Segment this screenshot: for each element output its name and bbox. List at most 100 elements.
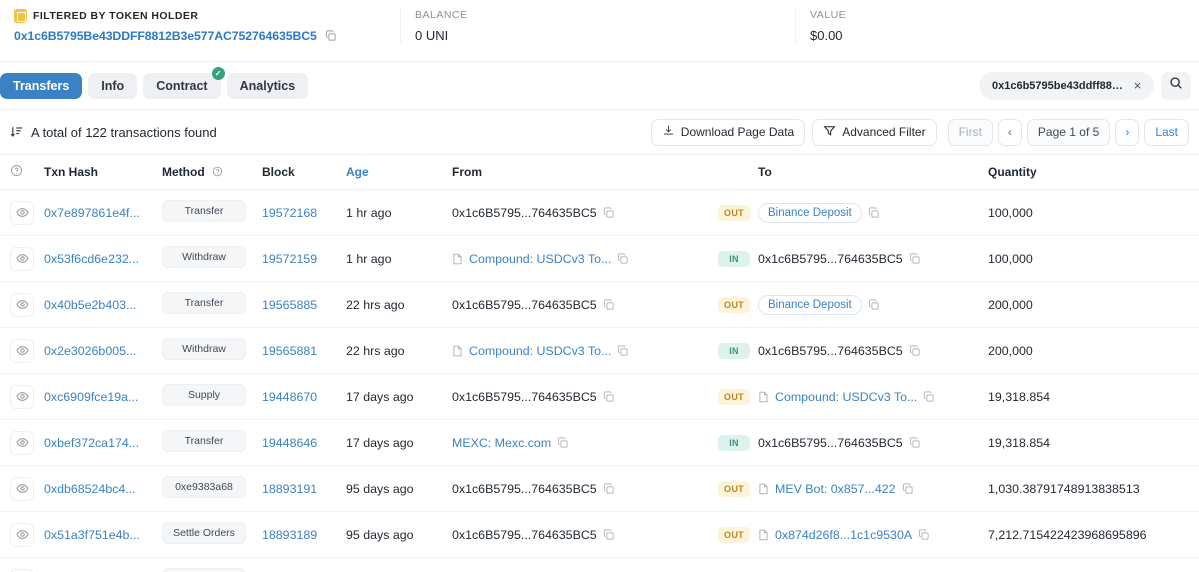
txn-hash-link[interactable]: 0x7e897861e4f... (44, 206, 140, 220)
copy-icon[interactable] (603, 482, 615, 495)
eye-icon[interactable] (10, 292, 34, 317)
contract-document-icon (452, 345, 463, 357)
copy-icon[interactable] (603, 390, 615, 403)
question-mark-icon[interactable] (212, 165, 223, 179)
table-row: 0xdb68524bc4... 0xe9383a68 18893191 95 days… (0, 465, 1199, 512)
copy-icon[interactable] (909, 252, 921, 265)
eye-icon[interactable] (10, 384, 34, 409)
token-holder-summary-bar: FILTERED BY TOKEN HOLDER 0x1c6B5795Be43D… (0, 0, 1199, 62)
block-cell: 19565881 (262, 327, 346, 374)
download-page-data-button[interactable]: Download Page Data (650, 118, 806, 146)
txn-hash-link[interactable]: 0x53f6cd6e232... (44, 252, 139, 266)
row-preview-cell (0, 465, 44, 512)
method-badge: Withdraw (162, 246, 246, 268)
pagination-first-button[interactable]: First (947, 118, 993, 146)
txn-hash-link[interactable]: 0x40b5e2b403... (44, 298, 136, 312)
column-header-quantity[interactable]: Quantity (988, 154, 1199, 190)
table-row: 0xa793dc630f9...0x06bb5402 1889318995 day… (0, 557, 1199, 572)
eye-icon[interactable] (10, 522, 34, 547)
column-header-method[interactable]: Method (162, 154, 262, 190)
txn-hash-link[interactable]: 0xc6909fce19a... (44, 390, 138, 404)
eye-icon[interactable] (10, 476, 34, 501)
txn-hash-cell: 0x40b5e2b403... (44, 281, 162, 328)
eye-icon[interactable] (10, 200, 34, 225)
to-address[interactable]: 0x874d26f8...1c1c9530A (775, 528, 912, 542)
copy-icon[interactable] (868, 298, 880, 311)
txn-hash-cell: 0x53f6cd6e232... (44, 235, 162, 282)
txn-hash-link[interactable]: 0x51a3f751e4b... (44, 528, 140, 542)
copy-icon[interactable] (909, 436, 921, 449)
age-cell: 95 days ago (346, 511, 452, 558)
quantity-cell: 19,318.854 (988, 419, 1199, 466)
block-link[interactable]: 19565881 (262, 344, 317, 358)
holder-address-link[interactable]: 0x1c6B5795Be43DDFF8812B3e577AC752764635B… (14, 29, 317, 43)
age-cell: 95 days ago (346, 557, 452, 572)
copy-icon[interactable] (557, 436, 569, 449)
column-header-to[interactable]: To (758, 154, 988, 190)
copy-icon[interactable] (603, 528, 615, 541)
txn-hash-cell: 0xa793dc630f9... (44, 557, 162, 572)
tab-info[interactable]: Info (88, 72, 138, 99)
to-address[interactable]: Compound: USDCv3 To... (775, 390, 917, 404)
method-badge: Transfer (162, 430, 246, 452)
eye-icon[interactable] (10, 246, 34, 271)
transactions-table: Txn Hash Method Block Age From To Quanti… (0, 154, 1199, 572)
column-header-block[interactable]: Block (262, 154, 346, 190)
to-address-tag[interactable]: Binance Deposit (758, 202, 862, 223)
column-header-age[interactable]: Age (346, 154, 452, 190)
row-preview-cell (0, 419, 44, 466)
direction-badge: IN (718, 342, 750, 359)
block-link[interactable]: 18893191 (262, 482, 317, 496)
copy-icon[interactable] (325, 30, 337, 42)
block-link[interactable]: 19448646 (262, 436, 317, 450)
pagination-next-button[interactable]: › (1115, 118, 1140, 146)
search-box[interactable]: 0x1c6b5795be43ddff8812b3e... × (979, 71, 1154, 100)
block-link[interactable]: 19572168 (262, 206, 317, 220)
copy-icon[interactable] (603, 298, 615, 311)
block-link[interactable]: 19572159 (262, 252, 317, 266)
to-cell: 0x874d26f8...1c1c9530A (758, 511, 988, 558)
block-cell: 19448646 (262, 419, 346, 466)
close-icon[interactable]: × (1130, 78, 1145, 93)
from-address[interactable]: Compound: USDCv3 To... (469, 252, 611, 266)
tab-transfers[interactable]: Transfers (0, 72, 83, 99)
copy-icon[interactable] (603, 206, 615, 219)
method-badge: Withdraw (162, 338, 246, 360)
tab-contract[interactable]: Contract ✓ (143, 66, 225, 99)
search-input[interactable]: 0x1c6b5795be43ddff8812b3e... (992, 80, 1124, 92)
txn-hash-link[interactable]: 0xbef372ca174... (44, 436, 139, 450)
block-link[interactable]: 19565885 (262, 298, 317, 312)
search-button[interactable] (1161, 71, 1191, 100)
copy-icon[interactable] (617, 344, 629, 357)
to-address[interactable]: MEV Bot: 0x857...422 (775, 482, 896, 496)
block-link[interactable]: 19448670 (262, 390, 317, 404)
copy-icon[interactable] (902, 482, 914, 495)
filter-heading: FILTERED BY TOKEN HOLDER (14, 9, 386, 23)
copy-icon[interactable] (923, 390, 935, 403)
block-link[interactable]: 18893189 (262, 528, 317, 542)
to-address-tag[interactable]: Binance Deposit (758, 294, 862, 315)
copy-icon[interactable] (909, 344, 921, 357)
question-mark-icon[interactable] (10, 164, 23, 180)
direction-cell: OUT (718, 281, 758, 328)
eye-icon[interactable] (10, 568, 34, 572)
sort-icon (10, 125, 24, 139)
advanced-filter-button[interactable]: Advanced Filter (812, 118, 937, 146)
from-address[interactable]: MEXC: Mexc.com (452, 436, 551, 450)
eye-icon[interactable] (10, 338, 34, 363)
eye-icon[interactable] (10, 430, 34, 455)
copy-icon[interactable] (918, 528, 930, 541)
from-address[interactable]: Compound: USDCv3 To... (469, 344, 611, 358)
copy-icon[interactable] (868, 206, 880, 219)
tab-analytics[interactable]: Analytics (226, 72, 309, 99)
column-header-from[interactable]: From (452, 154, 718, 190)
txn-hash-link[interactable]: 0x2e3026b005... (44, 344, 136, 358)
contract-document-icon (452, 253, 463, 265)
pagination-prev-button[interactable]: ‹ (997, 118, 1022, 146)
to-cell: 0x8d8404f8...e47724BEE (758, 557, 988, 572)
column-header-txn-hash[interactable]: Txn Hash (44, 154, 162, 190)
txn-hash-link[interactable]: 0xdb68524bc4... (44, 482, 136, 496)
row-preview-cell (0, 281, 44, 328)
copy-icon[interactable] (617, 252, 629, 265)
pagination-last-button[interactable]: Last (1144, 118, 1189, 146)
